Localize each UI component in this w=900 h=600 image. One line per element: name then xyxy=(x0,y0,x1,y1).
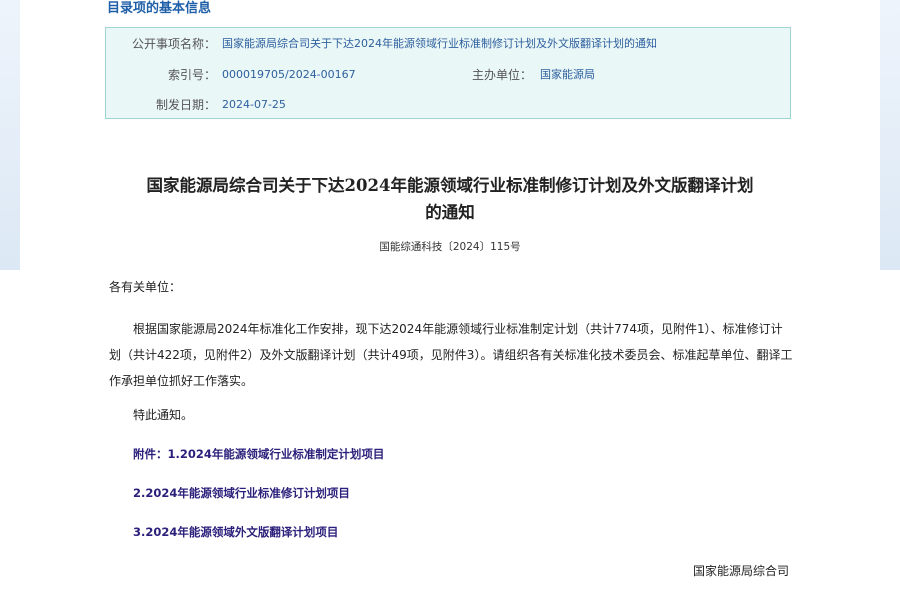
notice-page: 目录项的基本信息 公开事项名称： 国家能源局综合司关于下达2024年能源领域行业… xyxy=(0,0,900,600)
public-item-value: 国家能源局综合司关于下达2024年能源领域行业标准制修订计划及外文版翻译计划的通… xyxy=(222,37,657,50)
document-title-line-1: 国家能源局综合司关于下达2024年能源领域行业标准制修订计划及外文版翻译计划 xyxy=(146,176,754,195)
issue-date-value: 2024-07-25 xyxy=(222,98,286,111)
catalog-info-box: 公开事项名称： 国家能源局综合司关于下达2024年能源领域行业标准制修订计划及外… xyxy=(105,27,791,119)
attachment-link-2[interactable]: 2.2024年能源领域行业标准修订计划项目 xyxy=(133,485,350,501)
host-unit-value: 国家能源局 xyxy=(540,68,595,81)
issue-date-label: 制发日期： xyxy=(155,98,216,112)
index-number-label: 索引号： xyxy=(167,68,216,82)
document-number: 国能综通科技〔2024〕115号 xyxy=(379,241,521,253)
attachment-link-1[interactable]: 附件：1.2024年能源领域行业标准制定计划项目 xyxy=(133,446,384,462)
closing-phrase: 特此通知。 xyxy=(133,408,194,422)
attachment-link-3[interactable]: 3.2024年能源领域外文版翻译计划项目 xyxy=(133,524,338,540)
body-paragraph: 根据国家能源局2024年标准化工作安排，现下达2024年能源领域行业标准制定计划… xyxy=(109,322,793,388)
document-title-line-2: 的通知 xyxy=(425,203,475,222)
salutation: 各有关单位： xyxy=(109,280,182,294)
document-title: 国家能源局综合司关于下达2024年能源领域行业标准制修订计划及外文版翻译计划 的… xyxy=(105,172,795,226)
public-item-label: 公开事项名称： xyxy=(131,37,216,51)
index-number-value: 000019705/2024-00167 xyxy=(222,68,356,81)
issuer-signature: 国家能源局综合司 xyxy=(692,564,789,578)
host-unit-label: 主办单位： xyxy=(471,68,532,82)
catalog-info-heading: 目录项的基本信息 xyxy=(107,1,212,16)
